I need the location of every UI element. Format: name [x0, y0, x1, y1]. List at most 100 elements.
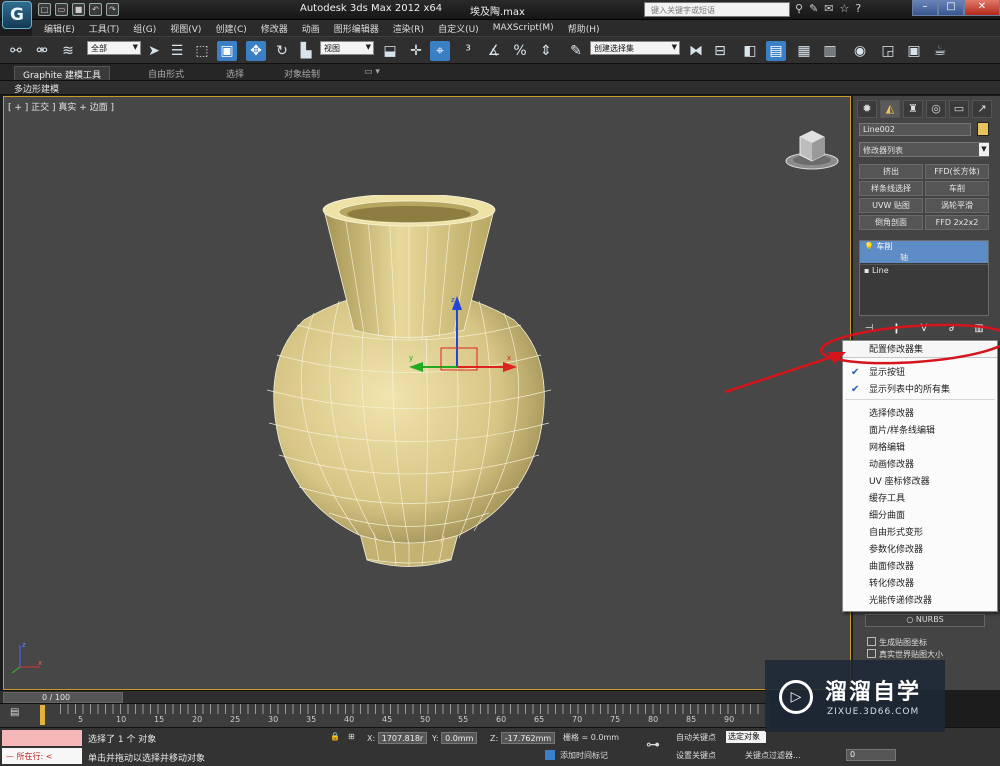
- rectangular-selection-icon[interactable]: ⬚: [192, 41, 212, 61]
- z-coordinate[interactable]: Z: -17.762mm: [490, 732, 556, 744]
- unlink-icon[interactable]: ⚮: [32, 41, 52, 61]
- menu-views[interactable]: 视图(V): [170, 22, 201, 35]
- close-button[interactable]: ✕: [964, 0, 1000, 16]
- named-selection-set-dropdown[interactable]: 创建选择集: [590, 41, 680, 55]
- render-setup-icon[interactable]: ◲: [878, 41, 898, 61]
- maximize-button[interactable]: □: [938, 0, 964, 16]
- utilities-tab-icon[interactable]: ↗: [972, 100, 992, 118]
- communication-icon[interactable]: ✉: [824, 2, 833, 15]
- menu-group[interactable]: 组(G): [133, 22, 156, 35]
- create-tab-icon[interactable]: ✹: [857, 100, 877, 118]
- x-coordinate[interactable]: X: 1707.818r: [367, 732, 428, 744]
- x-value-field[interactable]: 1707.818r: [377, 732, 428, 744]
- menu-item-show-all-sets[interactable]: ✔ 显示列表中的所有集: [843, 382, 997, 398]
- align-icon[interactable]: ⊟: [710, 41, 730, 61]
- menu-create[interactable]: 创建(C): [215, 22, 246, 35]
- menu-item-subdivision-surfaces[interactable]: 细分曲面: [843, 508, 997, 524]
- stack-item-axis[interactable]: 轴: [860, 252, 988, 263]
- nurbs-option[interactable]: ○ NURBS: [865, 614, 985, 627]
- material-editor-icon[interactable]: ◉: [850, 41, 870, 61]
- remove-modifier-icon[interactable]: ∂: [942, 322, 962, 336]
- link-icon[interactable]: ⚯: [6, 41, 26, 61]
- set-key-icon[interactable]: ⊶: [646, 737, 660, 753]
- menu-graph-editors[interactable]: 图形编辑器: [334, 22, 379, 35]
- snaps-toggle-icon[interactable]: ³: [458, 41, 478, 61]
- current-frame-field[interactable]: 0: [846, 749, 896, 761]
- maxscript-status[interactable]: — 所在行: <: [2, 748, 82, 764]
- stack-item-line[interactable]: ▪ Line: [860, 264, 988, 275]
- mirror-icon[interactable]: ⧓: [686, 41, 706, 61]
- modify-tab-icon[interactable]: ◭: [880, 100, 900, 118]
- redo-icon[interactable]: ↷: [106, 3, 119, 16]
- tab-selection[interactable]: 选择: [218, 66, 252, 80]
- viewport-label[interactable]: [ + ] 正交 ] 真实 + 边面 ]: [8, 100, 114, 113]
- bind-space-warp-icon[interactable]: ≋: [58, 41, 78, 61]
- set-key-button[interactable]: 设置关键点: [676, 750, 716, 761]
- help-icon[interactable]: ?: [855, 2, 861, 15]
- uvw-map-modifier-button[interactable]: UVW 贴图: [859, 198, 923, 213]
- perspective-viewport[interactable]: [ + ] 正交 ] 真实 + 边面 ] y z x z x: [3, 96, 851, 690]
- real-world-map-size-checkbox[interactable]: 真实世界贴图大小: [867, 649, 943, 660]
- time-slider-thumb[interactable]: 0 / 100: [3, 692, 123, 703]
- tools-icon[interactable]: ✎: [809, 2, 818, 15]
- generate-mapping-coords-checkbox[interactable]: 生成贴图坐标: [867, 637, 927, 648]
- open-file-icon[interactable]: ▭: [55, 3, 68, 16]
- menu-help[interactable]: 帮助(H): [568, 22, 600, 35]
- menu-item-selection-modifiers[interactable]: 选择修改器: [843, 406, 997, 422]
- polygon-modeling-label[interactable]: 多边形建模: [14, 82, 59, 95]
- layer-manager-icon[interactable]: ◧: [740, 41, 760, 61]
- undo-icon[interactable]: ↶: [89, 3, 102, 16]
- move-gizmo-icon[interactable]: y z x: [399, 292, 529, 382]
- lock-selection-icon[interactable]: 🔒: [330, 732, 340, 741]
- extrude-modifier-button[interactable]: 挤出: [859, 164, 923, 179]
- expand-icon[interactable]: ▪: [864, 266, 869, 275]
- menu-item-cache-tools[interactable]: 缓存工具: [843, 491, 997, 507]
- help-search-input[interactable]: 键入关键字或短语: [644, 2, 790, 17]
- curve-editor-icon[interactable]: ▦: [794, 41, 814, 61]
- current-frame-marker[interactable]: [40, 705, 45, 725]
- menu-tools[interactable]: 工具(T): [89, 22, 120, 35]
- motion-tab-icon[interactable]: ◎: [926, 100, 946, 118]
- make-unique-icon[interactable]: ∀: [914, 322, 934, 336]
- pin-stack-icon[interactable]: ⊣: [859, 322, 879, 336]
- light-bulb-icon[interactable]: 💡: [864, 242, 874, 251]
- rendered-frame-icon[interactable]: ▣: [904, 41, 924, 61]
- menu-animation[interactable]: 动画: [302, 22, 320, 35]
- spinner-snap-icon[interactable]: ⇕: [536, 41, 556, 61]
- menu-item-radiosity-modifiers[interactable]: 光能传递修改器: [843, 593, 997, 609]
- percent-snap-icon[interactable]: %: [510, 41, 530, 61]
- menu-item-uv-coordinate-modifiers[interactable]: UV 座标修改器: [843, 474, 997, 490]
- modifier-list-dropdown[interactable]: 修改器列表 ▼: [859, 142, 989, 157]
- tab-object-paint[interactable]: 对象绘制: [276, 66, 328, 80]
- menu-maxscript[interactable]: MAXScript(M): [493, 23, 554, 33]
- transform-mode-icon[interactable]: ⊞: [348, 732, 355, 741]
- tab-freeform[interactable]: 自由形式: [140, 66, 192, 80]
- graphite-toggle-icon[interactable]: ▤: [766, 41, 786, 61]
- menu-item-parametric-deformers[interactable]: 参数化修改器: [843, 542, 997, 558]
- menu-item-show-buttons[interactable]: ✔ 显示按钮: [843, 365, 997, 381]
- reference-coordinate-dropdown[interactable]: 视图: [320, 41, 374, 55]
- select-object-icon[interactable]: ➤: [144, 41, 164, 61]
- auto-key-button[interactable]: 自动关键点: [676, 732, 716, 743]
- z-value-field[interactable]: -17.762mm: [500, 732, 556, 744]
- menu-item-free-form-deformers[interactable]: 自由形式变形: [843, 525, 997, 541]
- angle-snap-icon[interactable]: ∡: [484, 41, 504, 61]
- menu-item-mesh-editing[interactable]: 网格编辑: [843, 440, 997, 456]
- key-mode-icon[interactable]: ▤: [10, 707, 19, 718]
- stack-item-lathe[interactable]: 💡 车削: [860, 241, 988, 252]
- show-end-result-icon[interactable]: ❙: [887, 322, 907, 336]
- display-tab-icon[interactable]: ▭: [949, 100, 969, 118]
- maxscript-listener[interactable]: [2, 730, 82, 746]
- binoculars-icon[interactable]: ⚲: [795, 2, 803, 15]
- menu-item-surface-modifiers[interactable]: 曲面修改器: [843, 559, 997, 575]
- vase-model[interactable]: [259, 195, 559, 595]
- star-icon[interactable]: ☆: [840, 2, 850, 15]
- lathe-modifier-button[interactable]: 车削: [925, 181, 989, 196]
- track-bar[interactable]: ▤ 5 10 15 20 25 30 35 40 45 50 55 60 65 …: [0, 703, 770, 727]
- menu-item-patch-spline-editing[interactable]: 面片/样条线编辑: [843, 423, 997, 439]
- menu-rendering[interactable]: 渲染(R): [393, 22, 424, 35]
- window-crossing-icon[interactable]: ▣: [217, 41, 237, 61]
- keyboard-shortcut-icon[interactable]: ⌖: [430, 41, 450, 61]
- menu-item-animation-modifiers[interactable]: 动画修改器: [843, 457, 997, 473]
- select-and-move-icon[interactable]: ✥: [246, 41, 266, 61]
